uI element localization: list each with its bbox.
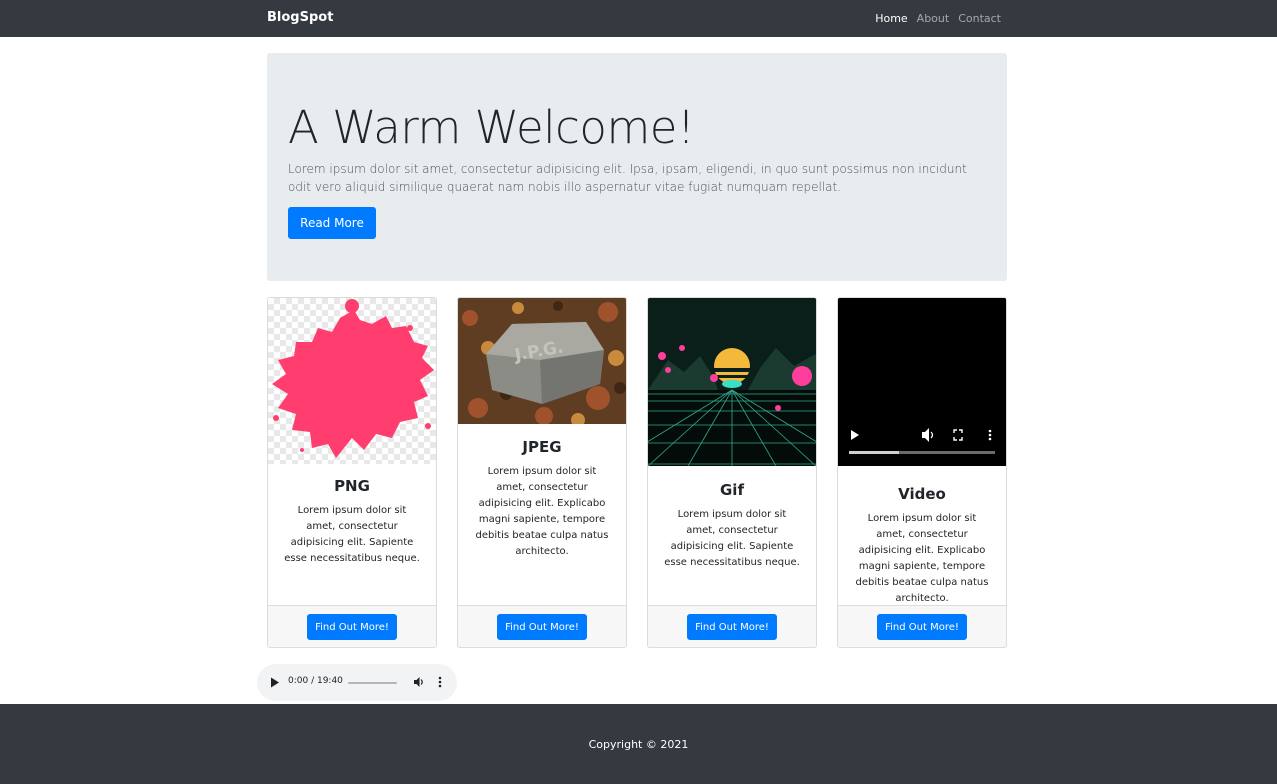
- find-out-more-button[interactable]: Find Out More!: [307, 614, 397, 640]
- audio-volume-icon[interactable]: [413, 676, 425, 688]
- find-out-more-button[interactable]: Find Out More!: [877, 614, 967, 640]
- audio-player[interactable]: 0:00 / 19:40: [257, 664, 457, 701]
- video-controls: [838, 298, 1006, 466]
- video-player[interactable]: [838, 298, 1006, 466]
- card-title: Video: [898, 485, 946, 503]
- card-footer: Find Out More!: [458, 605, 626, 647]
- read-more-button[interactable]: Read More: [288, 207, 376, 239]
- card-footer: Find Out More!: [838, 605, 1006, 647]
- card-title: JPEG: [522, 438, 562, 456]
- card-text: Lorem ipsum dolor sit amet, consectetur …: [475, 466, 609, 557]
- audio-more-icon[interactable]: [437, 676, 443, 688]
- audio-seek-bar[interactable]: [348, 682, 397, 684]
- png-image: [268, 298, 436, 464]
- audio-time: 0:00 / 19:40: [288, 676, 343, 686]
- find-out-more-button[interactable]: Find Out More!: [687, 614, 777, 640]
- card-video: Video Lorem ipsum dolor sit amet, consec…: [837, 297, 1007, 648]
- audio-play-icon[interactable]: [270, 677, 280, 688]
- video-more-icon[interactable]: [988, 429, 992, 441]
- card-text: Lorem ipsum dolor sit amet, consectetur …: [664, 509, 800, 568]
- hero-banner: A Warm Welcome! Lorem ipsum dolor sit am…: [267, 53, 1007, 281]
- nav-link-contact[interactable]: Contact: [958, 12, 1001, 25]
- card-footer: Find Out More!: [648, 605, 816, 647]
- hero-title: A Warm Welcome!: [288, 101, 695, 154]
- gravestone-icon: J.P.G.: [458, 298, 626, 424]
- hero-text: Lorem ipsum dolor sit amet, consectetur …: [288, 162, 967, 194]
- synthwave-grid-icon: [648, 298, 816, 466]
- card-png: PNG Lorem ipsum dolor sit amet, consecte…: [267, 297, 437, 648]
- paint-splash-icon: [272, 299, 434, 458]
- gif-image: [648, 298, 816, 466]
- card-title: Gif: [720, 481, 744, 499]
- copyright-text: Copyright © 2021: [588, 738, 689, 751]
- nav-link-home[interactable]: Home: [875, 12, 907, 25]
- navbar: BlogSpot Home About Contact: [0, 0, 1277, 37]
- card-text: Lorem ipsum dolor sit amet, consectetur …: [284, 505, 420, 564]
- card-jpeg: J.P.G. JPEG Lorem ipsum dolor sit amet, …: [457, 297, 627, 648]
- video-progress-fill: [849, 451, 899, 454]
- jpeg-image: J.P.G.: [458, 298, 626, 424]
- find-out-more-button[interactable]: Find Out More!: [497, 614, 587, 640]
- nav-links: Home About Contact: [875, 12, 1001, 25]
- footer: Copyright © 2021: [0, 704, 1277, 784]
- brand-logo[interactable]: BlogSpot: [267, 10, 333, 25]
- card-footer: Find Out More!: [268, 605, 436, 647]
- nav-link-about[interactable]: About: [917, 12, 950, 25]
- card-title: PNG: [334, 477, 370, 495]
- card-text: Lorem ipsum dolor sit amet, consectetur …: [855, 513, 989, 604]
- card-gif: Gif Lorem ipsum dolor sit amet, consecte…: [647, 297, 817, 648]
